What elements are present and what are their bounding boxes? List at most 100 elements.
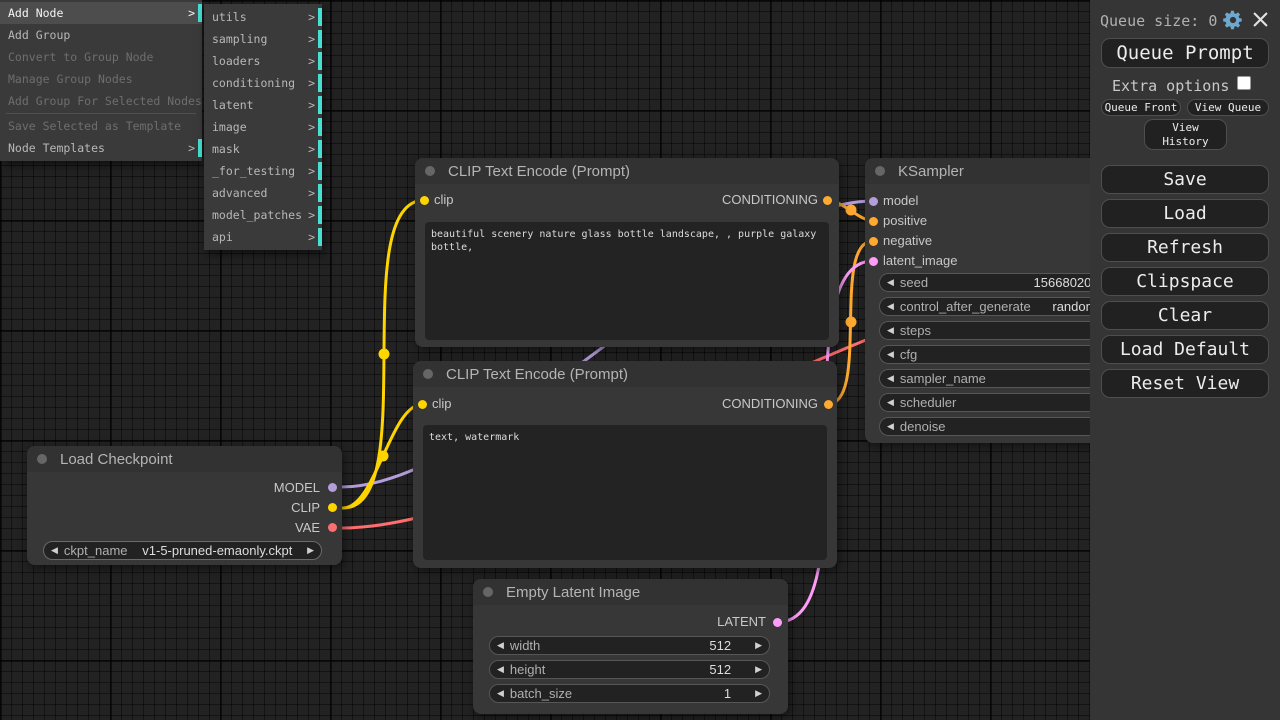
menu-item-save-selected-template: Save Selected as Template [0, 115, 202, 137]
widget-ckpt-name[interactable]: ◀ ckpt_name v1-5-pruned-emaonly.ckpt ▶ [43, 541, 322, 560]
increment-icon[interactable]: ▶ [755, 661, 762, 678]
input-slot-negative[interactable] [869, 237, 878, 246]
output-slot-conditioning[interactable] [823, 196, 832, 205]
extra-options-checkbox[interactable] [1237, 76, 1251, 90]
node-empty-latent-image[interactable]: Empty Latent Image LATENT ◀ width 512 ▶ … [473, 579, 788, 714]
output-slot-clip[interactable] [328, 503, 337, 512]
output-slot-conditioning[interactable] [824, 400, 833, 409]
decrement-icon[interactable]: ◀ [497, 685, 504, 702]
submenu-item-for-testing[interactable]: _for_testing> [204, 160, 322, 182]
node-titlebar[interactable]: Load Checkpoint [27, 446, 342, 472]
decrement-icon[interactable]: ◀ [497, 637, 504, 654]
next-option-icon[interactable]: ▶ [307, 542, 314, 559]
decrement-icon[interactable]: ◀ [887, 370, 894, 387]
submenu-arrow-icon: > [308, 72, 315, 94]
prompt-textarea[interactable]: text, watermark [423, 425, 827, 560]
node-titlebar[interactable]: CLIP Text Encode (Prompt) [415, 158, 839, 184]
submenu-arrow-icon: > [308, 138, 315, 160]
prev-option-icon[interactable]: ◀ [51, 542, 58, 559]
save-button[interactable]: Save [1101, 165, 1269, 194]
input-label: clip [432, 396, 452, 411]
submenu-item-conditioning[interactable]: conditioning> [204, 72, 322, 94]
menu-item-node-templates[interactable]: Node Templates > [0, 137, 202, 159]
node-clip-text-encode-2[interactable]: CLIP Text Encode (Prompt) clip CONDITION… [413, 361, 837, 568]
node-title: Empty Latent Image [506, 584, 640, 601]
decrement-icon[interactable]: ◀ [887, 298, 894, 315]
output-slot-model[interactable] [328, 483, 337, 492]
input-label: model [883, 193, 918, 208]
submenu-arrow-icon: > [308, 204, 315, 226]
increment-icon[interactable]: ▶ [755, 637, 762, 654]
link-dot [846, 317, 857, 328]
output-slot-vae[interactable] [328, 523, 337, 532]
queue-size-label: Queue size: 0 [1100, 12, 1217, 30]
decrement-icon[interactable]: ◀ [887, 394, 894, 411]
decrement-icon[interactable]: ◀ [887, 418, 894, 435]
node-collapse-dot[interactable] [875, 166, 885, 176]
node-load-checkpoint[interactable]: Load Checkpoint MODEL CLIP VAE ◀ ckpt_na… [27, 446, 342, 565]
widget-batch-size[interactable]: ◀ batch_size 1 ▶ [489, 684, 770, 703]
settings-gear-icon[interactable] [1222, 9, 1244, 35]
node-clip-text-encode-1[interactable]: CLIP Text Encode (Prompt) clip CONDITION… [415, 158, 839, 347]
submenu-item-sampling[interactable]: sampling> [204, 28, 322, 50]
widget-height[interactable]: ◀ height 512 ▶ [489, 660, 770, 679]
load-button[interactable]: Load [1101, 199, 1269, 228]
input-label: clip [434, 192, 454, 207]
node-collapse-dot[interactable] [425, 166, 435, 176]
output-label: LATENT [717, 614, 766, 629]
menu-item-manage-group-nodes: Manage Group Nodes [0, 68, 202, 90]
input-slot-model[interactable] [869, 197, 878, 206]
widget-width[interactable]: ◀ width 512 ▶ [489, 636, 770, 655]
queue-front-button[interactable]: Queue Front [1101, 99, 1181, 116]
close-icon[interactable] [1252, 11, 1269, 32]
decrement-icon[interactable]: ◀ [887, 346, 894, 363]
output-label: CLIP [291, 500, 320, 515]
submenu-arrow-icon: > [308, 6, 315, 28]
output-label: CONDITIONING [722, 396, 818, 411]
node-titlebar[interactable]: CLIP Text Encode (Prompt) [413, 361, 837, 387]
submenu-item-api[interactable]: api> [204, 226, 322, 248]
menu-item-add-node[interactable]: Add Node > [0, 2, 202, 24]
view-history-button[interactable]: View History [1144, 119, 1227, 150]
decrement-icon[interactable]: ◀ [497, 661, 504, 678]
queue-prompt-button[interactable]: Queue Prompt [1101, 38, 1269, 68]
decrement-icon[interactable]: ◀ [887, 322, 894, 339]
submenu-item-loaders[interactable]: loaders> [204, 50, 322, 72]
submenu-item-latent[interactable]: latent> [204, 94, 322, 116]
node-collapse-dot[interactable] [483, 587, 493, 597]
submenu-arrow-icon: > [308, 28, 315, 50]
reset-view-button[interactable]: Reset View [1101, 369, 1269, 398]
node-collapse-dot[interactable] [423, 369, 433, 379]
submenu-item-mask[interactable]: mask> [204, 138, 322, 160]
submenu-arrow-icon: > [188, 137, 195, 159]
output-slot-latent[interactable] [773, 618, 782, 627]
link-dot [846, 205, 857, 216]
clipspace-button[interactable]: Clipspace [1101, 267, 1269, 296]
prompt-textarea[interactable]: beautiful scenery nature glass bottle la… [425, 222, 829, 340]
input-slot-latent-image[interactable] [869, 257, 878, 266]
decrement-icon[interactable]: ◀ [887, 274, 894, 291]
input-slot-positive[interactable] [869, 217, 878, 226]
submenu-arrow-icon: > [188, 2, 195, 24]
submenu-item-advanced[interactable]: advanced> [204, 182, 322, 204]
node-canvas[interactable]: CLIP Text Encode (Prompt) clip CONDITION… [0, 0, 1280, 720]
submenu-item-image[interactable]: image> [204, 116, 322, 138]
clear-button[interactable]: Clear [1101, 301, 1269, 330]
load-default-button[interactable]: Load Default [1101, 335, 1269, 364]
output-label: CONDITIONING [722, 192, 818, 207]
view-queue-button[interactable]: View Queue [1187, 99, 1269, 116]
input-slot-clip[interactable] [420, 196, 429, 205]
node-title: Load Checkpoint [60, 451, 173, 468]
node-title: CLIP Text Encode (Prompt) [446, 366, 628, 383]
refresh-button[interactable]: Refresh [1101, 233, 1269, 262]
submenu-item-utils[interactable]: utils> [204, 6, 322, 28]
menu-item-add-group[interactable]: Add Group [0, 24, 202, 46]
menu-item-convert-to-group-node: Convert to Group Node [0, 46, 202, 68]
node-collapse-dot[interactable] [37, 454, 47, 464]
input-slot-clip[interactable] [418, 400, 427, 409]
increment-icon[interactable]: ▶ [755, 685, 762, 702]
node-titlebar[interactable]: Empty Latent Image [473, 579, 788, 605]
context-menu: Add Node > Add Group Convert to Group No… [0, 0, 202, 161]
submenu-item-model-patches[interactable]: model_patches> [204, 204, 322, 226]
menu-separator [6, 113, 196, 114]
